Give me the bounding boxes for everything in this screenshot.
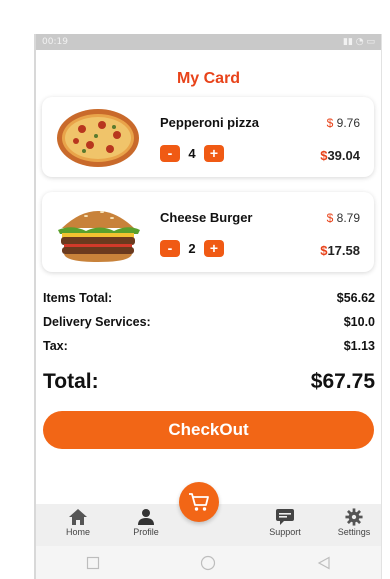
delivery-value: $10.0 — [343, 315, 375, 329]
quantity-value: 4 — [188, 146, 196, 161]
tax-label: Tax: — [43, 339, 68, 353]
decrease-button[interactable]: - — [160, 240, 180, 257]
home-nav-icon[interactable] — [200, 555, 216, 571]
status-time: 00:19 — [42, 37, 68, 47]
quantity-stepper: - 4 + — [160, 145, 224, 162]
items-total-value: $56.62 — [336, 291, 375, 305]
tax-row: Tax: $1.13 — [43, 334, 375, 358]
total-label: Total: — [43, 370, 99, 393]
items-total-row: Items Total: $56.62 — [43, 286, 375, 310]
item-unit-price: $ 9.76 — [327, 116, 360, 130]
tab-home[interactable]: Home — [48, 508, 108, 537]
total-value: $67.75 — [310, 370, 375, 393]
quantity-stepper: - 2 + — [160, 240, 224, 257]
person-icon — [138, 509, 154, 525]
pizza-image — [57, 109, 139, 167]
quantity-value: 2 — [188, 241, 196, 256]
back-icon[interactable] — [317, 555, 331, 570]
order-summary: Items Total: $56.62 Delivery Services: $… — [43, 286, 375, 358]
chat-icon — [276, 509, 294, 525]
increase-button[interactable]: + — [204, 145, 224, 162]
tab-settings[interactable]: Settings — [324, 508, 381, 537]
home-icon — [69, 509, 87, 525]
status-icons: ▮▮ ◔ ▭ — [343, 37, 375, 47]
page-title: My Card — [176, 70, 241, 87]
tab-profile[interactable]: Profile — [116, 508, 176, 537]
increase-button[interactable]: + — [204, 240, 224, 257]
recent-apps-icon[interactable] — [86, 556, 100, 570]
currency-symbol: $ — [326, 116, 334, 130]
items-total-label: Items Total: — [43, 291, 113, 305]
decrease-button[interactable]: - — [160, 145, 180, 162]
currency-symbol: $ — [326, 211, 334, 225]
item-name: Cheese Burger — [160, 210, 253, 225]
item-unit-price: $ 8.79 — [327, 211, 360, 225]
line-total-value: 17.58 — [327, 243, 360, 258]
cart-fab-button[interactable] — [179, 482, 219, 522]
tab-label: Settings — [337, 527, 371, 537]
tax-value: $1.13 — [343, 339, 375, 353]
status-bar: 00:19 ▮▮ ◔ ▭ — [36, 34, 381, 50]
system-navigation-bar — [36, 546, 381, 579]
line-total-value: 39.04 — [327, 148, 360, 163]
phone-screen: 00:19 ▮▮ ◔ ▭ My Card Pepperoni pizza $ 9… — [34, 34, 382, 579]
tab-label: Profile — [133, 527, 159, 537]
checkout-button[interactable]: CheckOut — [43, 411, 374, 449]
delivery-row: Delivery Services: $10.0 — [43, 310, 375, 334]
tab-support[interactable]: Support — [255, 508, 315, 537]
cart-item-pepperoni: Pepperoni pizza $ 9.76 - 4 + $39.04 — [42, 97, 374, 177]
grand-total-row: Total: $67.75 — [43, 370, 375, 394]
cart-icon — [189, 493, 209, 511]
unit-price-value: 9.76 — [336, 116, 360, 130]
burger-image — [58, 211, 140, 262]
item-line-total: $39.04 — [320, 148, 360, 163]
tab-label: Home — [65, 527, 90, 537]
item-name: Pepperoni pizza — [160, 115, 259, 130]
delivery-label: Delivery Services: — [43, 315, 151, 329]
cart-item-cheese-burger: Cheese Burger $ 8.79 - 2 + $17.58 — [42, 192, 374, 272]
item-line-total: $17.58 — [320, 243, 360, 258]
gear-icon — [345, 508, 363, 526]
tab-label: Support — [269, 527, 301, 537]
unit-price-value: 8.79 — [336, 211, 360, 225]
